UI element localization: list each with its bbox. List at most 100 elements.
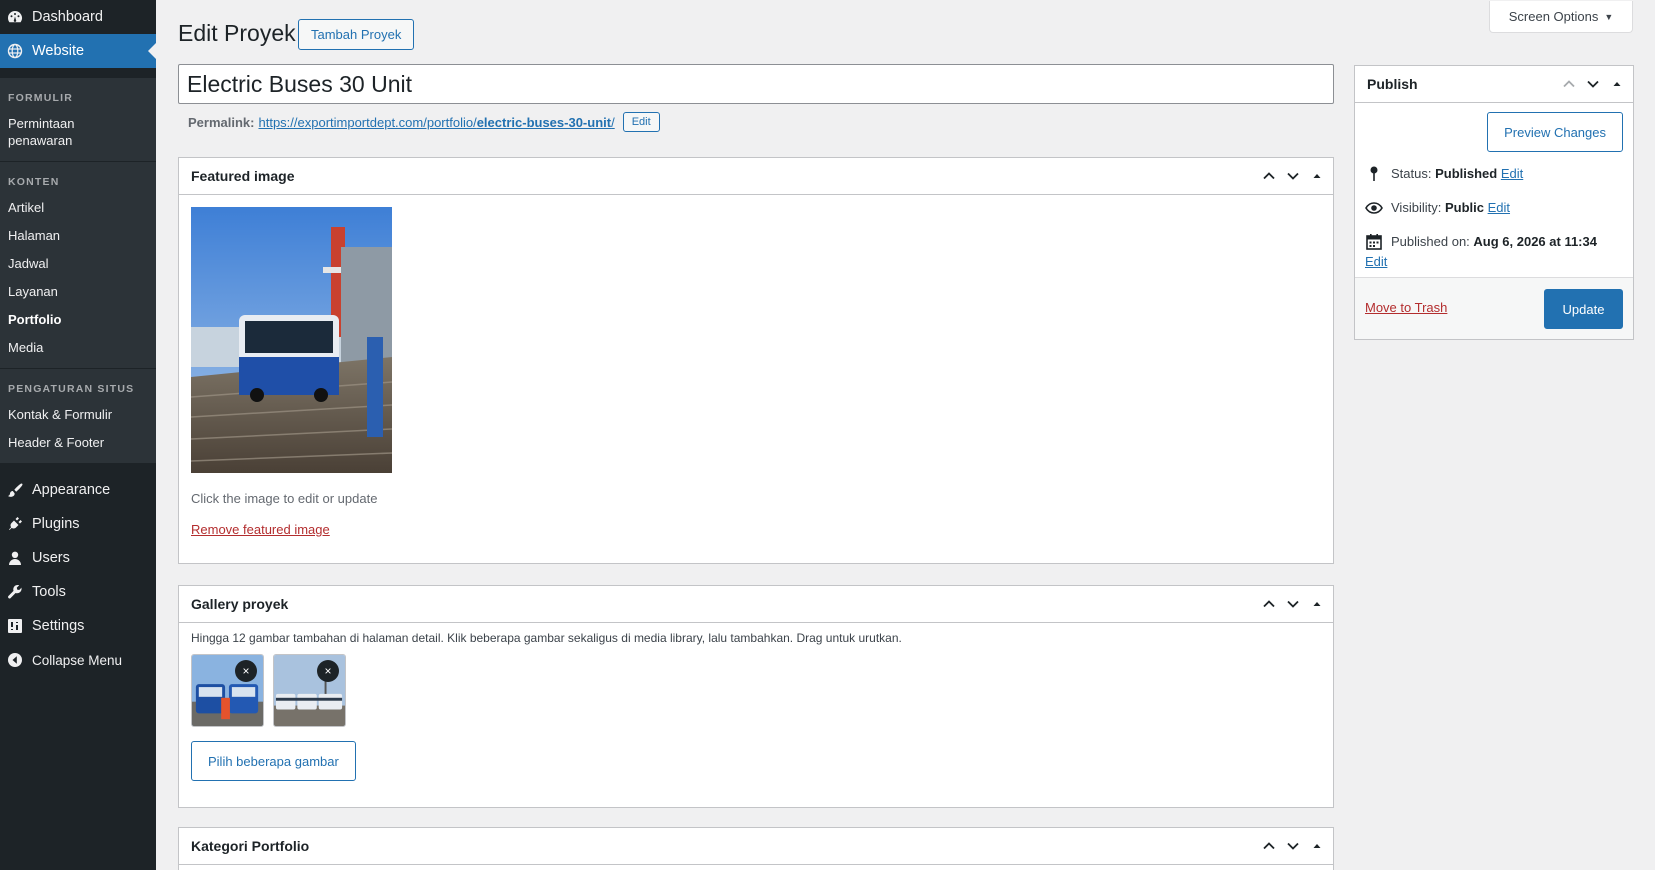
submenu-layanan[interactable]: Layanan xyxy=(0,278,156,306)
screen-options-label: Screen Options xyxy=(1508,9,1599,24)
chevron-up-icon[interactable] xyxy=(1261,168,1277,184)
user-icon xyxy=(9,551,21,565)
featured-image-box: Featured image Click the image to edit o… xyxy=(178,157,1334,564)
menu-settings-label: Settings xyxy=(32,618,85,634)
publish-header[interactable]: Publish xyxy=(1355,66,1633,103)
gallery-proyek-heading: Gallery proyek xyxy=(191,596,289,612)
permalink-link[interactable]: https://exportimportdept.com/portfolio/e… xyxy=(258,115,614,130)
screen-options-button[interactable]: Screen Options ▼ xyxy=(1489,1,1633,33)
visibility-edit-link[interactable]: Edit xyxy=(1488,200,1510,215)
lower-menu: Appearance Plugins Users Tools Settings … xyxy=(0,473,156,677)
submenu-permintaan-penawaran[interactable]: Permintaan penawaran xyxy=(0,110,90,155)
chevron-up-icon[interactable] xyxy=(1261,596,1277,612)
menu-appearance[interactable]: Appearance xyxy=(0,473,156,507)
page-title: Edit Proyek xyxy=(178,20,296,46)
chevron-down-icon[interactable] xyxy=(1585,76,1601,92)
gallery-thumbnail[interactable]: × xyxy=(273,654,346,727)
publish-heading: Publish xyxy=(1367,76,1418,92)
chevron-down-icon[interactable] xyxy=(1285,596,1301,612)
box-controls xyxy=(1561,66,1625,102)
kategori-portfolio-box: Kategori Portfolio xyxy=(178,827,1334,870)
submenu-header-footer[interactable]: Header & Footer xyxy=(0,429,156,457)
status-edit-link[interactable]: Edit xyxy=(1501,166,1523,181)
gallery-thumbnail[interactable]: × xyxy=(191,654,264,727)
eye-icon xyxy=(1365,202,1383,214)
wrench-icon xyxy=(8,584,22,599)
box-controls xyxy=(1261,828,1325,864)
submenu-kontak-formulir[interactable]: Kontak & Formulir xyxy=(0,401,156,429)
permalink-label: Permalink: xyxy=(188,114,255,130)
gallery-proyek-box: Gallery proyek Hingga 12 gambar tambahan… xyxy=(178,585,1334,808)
permalink-edit-button[interactable]: Edit xyxy=(622,112,660,132)
gallery-thumbnails: × × xyxy=(179,645,1333,727)
published-on-edit-link[interactable]: Edit xyxy=(1365,252,1387,272)
globe-icon xyxy=(7,43,23,59)
box-controls xyxy=(1261,586,1325,622)
menu-tools[interactable]: Tools xyxy=(0,575,156,609)
chevron-down-icon[interactable] xyxy=(1285,168,1301,184)
published-on-value: Aug 6, 2026 at 11:34 xyxy=(1473,234,1597,249)
collapse-icon xyxy=(8,653,22,667)
paintbrush-icon xyxy=(8,483,23,497)
move-to-trash-link[interactable]: Move to Trash xyxy=(1365,300,1447,315)
chevron-up-icon[interactable] xyxy=(1561,76,1577,92)
featured-image-thumbnail[interactable] xyxy=(191,207,392,473)
menu-plugins-label: Plugins xyxy=(32,516,80,532)
visibility-label: Visibility: xyxy=(1391,200,1442,215)
submenu-portfolio[interactable]: Portfolio xyxy=(0,306,156,334)
menu-collapse-label: Collapse Menu xyxy=(32,652,123,668)
chevron-down-icon[interactable] xyxy=(1285,838,1301,854)
permalink-row: Permalink: https://exportimportdept.com/… xyxy=(188,112,660,132)
submenu-jadwal[interactable]: Jadwal xyxy=(0,250,156,278)
pin-icon xyxy=(1370,166,1378,181)
remove-featured-image-link[interactable]: Remove featured image xyxy=(191,522,330,537)
menu-settings[interactable]: Settings xyxy=(0,609,156,643)
menu-website-label: Website xyxy=(32,43,85,59)
dashboard-icon xyxy=(8,11,22,23)
published-on-label: Published on: xyxy=(1391,234,1470,249)
featured-image-heading: Featured image xyxy=(191,168,295,184)
remove-image-button[interactable]: × xyxy=(235,660,257,682)
published-on-row: Published on: Aug 6, 2026 at 11:34 xyxy=(1365,232,1627,252)
visibility-row: Visibility: Public Edit xyxy=(1365,198,1510,218)
add-new-project-button[interactable]: Tambah Proyek xyxy=(298,19,415,50)
menu-dashboard[interactable]: Dashboard xyxy=(0,0,156,34)
preview-changes-button[interactable]: Preview Changes xyxy=(1487,112,1623,152)
section-heading-pengaturan-situs: PENGATURAN SITUS xyxy=(8,383,135,395)
menu-users[interactable]: Users xyxy=(0,541,156,575)
post-title-input[interactable]: Electric Buses 30 Unit xyxy=(178,64,1334,104)
submenu-artikel[interactable]: Artikel xyxy=(0,194,156,222)
toggle-panel-icon[interactable] xyxy=(1609,76,1625,92)
kategori-portfolio-heading: Kategori Portfolio xyxy=(191,838,310,854)
section-heading-konten: KONTEN xyxy=(8,176,60,188)
chevron-up-icon[interactable] xyxy=(1261,838,1277,854)
permalink-base: https://exportimportdept.com/portfolio/ xyxy=(258,114,477,130)
kategori-portfolio-header[interactable]: Kategori Portfolio xyxy=(179,828,1333,865)
remove-image-button[interactable]: × xyxy=(317,660,339,682)
permalink-end: / xyxy=(611,114,615,130)
box-controls xyxy=(1261,158,1325,194)
caret-down-icon: ▼ xyxy=(1604,11,1614,22)
menu-website[interactable]: Website xyxy=(0,34,156,68)
update-button[interactable]: Update xyxy=(1544,289,1623,329)
status-label: Status: xyxy=(1391,166,1432,181)
settings-icon xyxy=(8,619,22,633)
select-images-button[interactable]: Pilih beberapa gambar xyxy=(191,741,356,781)
menu-dashboard-label: Dashboard xyxy=(32,9,103,25)
menu-collapse[interactable]: Collapse Menu xyxy=(0,643,156,677)
publish-box: Publish Preview Changes Status: Publishe… xyxy=(1354,65,1634,340)
toggle-panel-icon[interactable] xyxy=(1309,596,1325,612)
toggle-panel-icon[interactable] xyxy=(1309,168,1325,184)
toggle-panel-icon[interactable] xyxy=(1309,838,1325,854)
gallery-proyek-header[interactable]: Gallery proyek xyxy=(179,586,1333,623)
menu-tools-label: Tools xyxy=(32,584,66,600)
permalink-slug: electric-buses-30-unit xyxy=(476,114,612,130)
submenu-halaman[interactable]: Halaman xyxy=(0,222,156,250)
submenu-media[interactable]: Media xyxy=(0,334,156,362)
menu-plugins[interactable]: Plugins xyxy=(0,507,156,541)
gallery-description: Hingga 12 gambar tambahan di halaman det… xyxy=(191,631,902,645)
visibility-value: Public xyxy=(1444,200,1484,215)
section-heading-formulir: FORMULIR xyxy=(8,92,74,104)
featured-image-header[interactable]: Featured image xyxy=(179,158,1333,195)
menu-users-label: Users xyxy=(32,550,70,566)
